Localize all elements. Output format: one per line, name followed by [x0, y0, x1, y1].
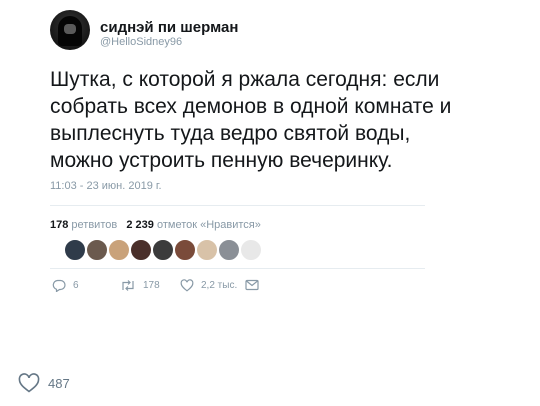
reply-button[interactable]: 6 [52, 279, 79, 292]
liker-avatar[interactable] [240, 239, 262, 261]
liker-avatar[interactable] [130, 239, 152, 261]
reply-count: 6 [73, 280, 79, 291]
display-name[interactable]: сиднэй пи шерман [100, 19, 238, 36]
tweet-text-line: Шутка, с которой я ржала сегодня: если [50, 68, 440, 91]
user-handle[interactable]: @HelloSidney96 [100, 36, 182, 48]
tweet-text-line: собрать всех демонов в одной комнате и [50, 95, 452, 118]
avatar[interactable] [50, 10, 90, 50]
divider [50, 205, 425, 206]
reply-icon [52, 279, 66, 292]
direct-message-button[interactable] [245, 279, 259, 291]
liker-avatar[interactable] [86, 239, 108, 261]
tweet-actions: 6 178 2,2 тыс. [50, 279, 425, 295]
tweet-timestamp[interactable]: 11:03 - 23 июн. 2019 г. [50, 180, 162, 192]
retweet-icon [122, 280, 134, 291]
like-count: 2,2 тыс. [201, 280, 238, 291]
avatar-face [64, 24, 76, 34]
engagement-stats: 178 ретвитов 2 239 отметок «Нравится» [50, 219, 261, 231]
liker-avatar[interactable] [218, 239, 240, 261]
liker-avatar[interactable] [174, 239, 196, 261]
likes-count[interactable]: 2 239 [126, 219, 154, 231]
post-like-count: 487 [48, 375, 70, 391]
tweet-text-line: выплеснуть туда ведро святой воды, [50, 122, 411, 145]
retweet-count: 178 [143, 280, 160, 291]
retweet-button[interactable]: 178 [120, 279, 160, 292]
divider [50, 268, 425, 269]
retweets-count[interactable]: 178 [50, 219, 68, 231]
liker-avatar[interactable] [196, 239, 218, 261]
tweet-text-line: можно устроить пенную вечеринку. [50, 149, 393, 172]
post-like-button[interactable]: 487 [18, 373, 70, 393]
heart-icon [18, 373, 40, 393]
liker-avatar[interactable] [108, 239, 130, 261]
likes-label[interactable]: отметок «Нравится» [157, 219, 261, 231]
envelope-icon [245, 279, 259, 291]
liker-avatar[interactable] [64, 239, 86, 261]
tweet-card: сиднэй пи шерман @HelloSidney96 Шутка, с… [50, 0, 490, 345]
liker-avatar[interactable] [152, 239, 174, 261]
tweet-text: Шутка, с которой я ржала сегодня: если с… [50, 66, 490, 174]
like-button[interactable]: 2,2 тыс. [180, 279, 237, 292]
heart-icon [180, 279, 194, 292]
retweets-label[interactable]: ретвитов [71, 219, 117, 231]
